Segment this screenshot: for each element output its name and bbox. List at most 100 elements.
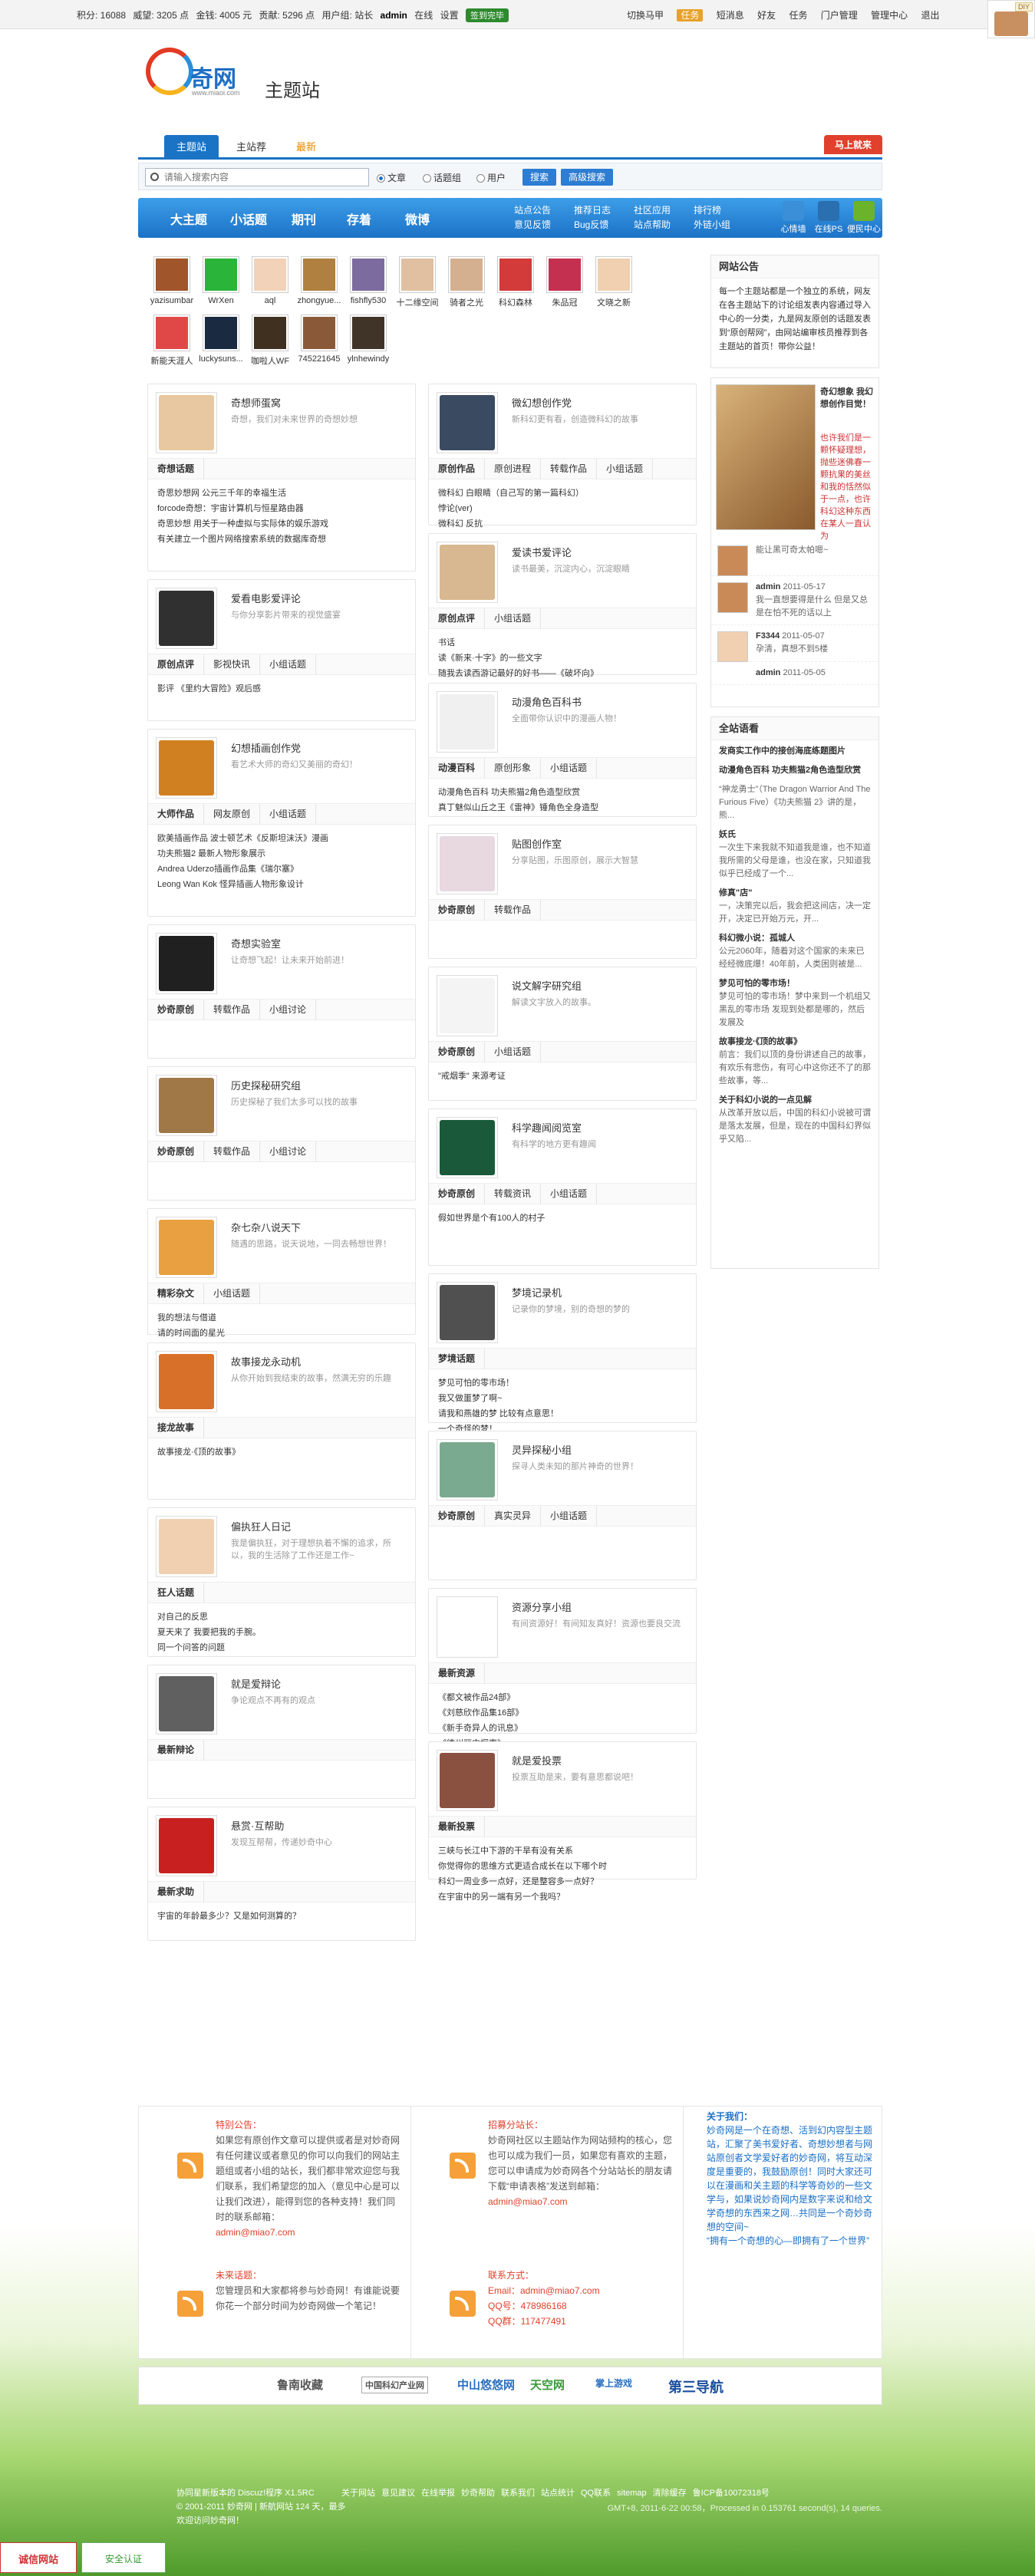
- post-link[interactable]: 我的想法与借道: [157, 1310, 410, 1326]
- member-name[interactable]: aql: [246, 296, 295, 305]
- user-avatar-box[interactable]: DIY: [987, 0, 1035, 38]
- post-link[interactable]: 书话: [438, 635, 691, 651]
- partner-link[interactable]: 中山悠悠网: [457, 2377, 515, 2393]
- group-thumbnail[interactable]: [437, 392, 498, 453]
- group-title[interactable]: 就是爱辩论: [231, 1676, 281, 1691]
- group-tag[interactable]: 奇想话题: [148, 459, 205, 479]
- group-title[interactable]: 资源分享小组: [512, 1599, 572, 1614]
- news-headline[interactable]: 妖氏: [719, 828, 871, 842]
- avatar[interactable]: [203, 256, 239, 293]
- footer-notice-email[interactable]: admin@miao7.com: [216, 2225, 400, 2240]
- group-title[interactable]: 说文解字研究组: [512, 978, 582, 993]
- group-tag[interactable]: 原创作品: [429, 459, 486, 479]
- post-link[interactable]: 微科幻 反抗: [438, 516, 691, 532]
- group-tag[interactable]: 小组话题: [541, 1184, 598, 1204]
- search-input[interactable]: [164, 170, 364, 184]
- group-tag[interactable]: 影视快讯: [204, 654, 261, 675]
- post-link[interactable]: 读《新来·十字》的一些文字: [438, 651, 691, 666]
- group-tag[interactable]: 原创进程: [485, 459, 542, 479]
- news-headline[interactable]: 动漫角色百科 功夫熊猫2角色造型欣赏: [719, 764, 871, 777]
- post-link[interactable]: 故事接龙·《顶的故事》: [157, 1444, 410, 1460]
- daily-checkin-button[interactable]: 签到完毕: [465, 8, 509, 22]
- trust-badge-secure[interactable]: 安全认证: [81, 2542, 166, 2573]
- contact-email[interactable]: Email：admin@miao7.com: [488, 2283, 672, 2298]
- member-name[interactable]: zhongyue...: [295, 296, 344, 305]
- group-tag[interactable]: 小组话题: [260, 654, 317, 675]
- avatar[interactable]: [399, 256, 436, 293]
- partner-link[interactable]: 天空网: [530, 2377, 565, 2393]
- post-link[interactable]: 动漫角色百科 功夫熊猫2角色造型欣赏: [438, 785, 691, 800]
- radio-user[interactable]: 用户: [476, 171, 506, 184]
- group-title[interactable]: 历史探秘研究组: [231, 1078, 301, 1092]
- avatar[interactable]: [350, 315, 387, 351]
- post-link[interactable]: 随我去读西游记最好的好书——《破坏向》: [438, 666, 691, 681]
- news-headline[interactable]: 故事接龙·《顶的故事》: [719, 1036, 871, 1049]
- group-tag[interactable]: 原创点评: [429, 608, 486, 629]
- advanced-search-button[interactable]: 高级搜索: [561, 169, 614, 186]
- group-thumbnail[interactable]: [156, 1673, 217, 1734]
- nav-link-external[interactable]: 外链小组: [694, 218, 753, 232]
- group-tag[interactable]: 小组话题: [597, 459, 654, 479]
- nav-link-notice[interactable]: 站点公告: [514, 203, 574, 218]
- group-title[interactable]: 动漫角色百科书: [512, 694, 582, 709]
- username-link[interactable]: admin: [381, 10, 407, 21]
- comment-avatar[interactable]: [717, 631, 748, 662]
- post-link[interactable]: 你觉得你的思维方式更适合成长在以下哪个时: [438, 1859, 691, 1874]
- member-avatar[interactable]: 十二缘空间: [393, 256, 442, 308]
- group-tag[interactable]: 狂人话题: [148, 1583, 205, 1603]
- news-headline[interactable]: 发商实工作中的接创海底练题图片: [719, 745, 871, 758]
- radio-article[interactable]: 文章: [377, 171, 406, 184]
- comment-user[interactable]: admin: [756, 582, 780, 591]
- post-link[interactable]: Andrea Uderzo插画作品集《瑞尔塞》: [157, 861, 410, 877]
- group-tag[interactable]: 小组话题: [260, 804, 317, 825]
- group-title[interactable]: 灵异探秘小组: [512, 1442, 572, 1457]
- member-avatar[interactable]: ylnhewindy: [344, 315, 393, 364]
- group-thumbnail[interactable]: [437, 833, 498, 894]
- member-name[interactable]: 朱品冠: [540, 296, 589, 308]
- footer-link-suggest[interactable]: 意见建议: [381, 2489, 415, 2498]
- group-tag[interactable]: 网友原创: [204, 804, 261, 825]
- post-link[interactable]: 《刘慈欣作品集16部》: [438, 1705, 691, 1721]
- group-thumbnail[interactable]: [156, 737, 217, 799]
- group-title[interactable]: 奇想师蛋窝: [231, 395, 281, 410]
- group-thumbnail[interactable]: [437, 1750, 498, 1811]
- post-link[interactable]: 梦见可怕的零市场！: [438, 1375, 691, 1391]
- avatar[interactable]: [153, 256, 190, 293]
- group-tag[interactable]: 妙奇原创: [429, 1506, 486, 1527]
- post-link[interactable]: forcode奇想：宇宙计算机与恒星路由器: [157, 501, 410, 516]
- group-tag[interactable]: 妙奇原创: [148, 1141, 205, 1162]
- avatar[interactable]: [497, 256, 534, 293]
- post-link[interactable]: 《都文被作品24部》: [438, 1690, 691, 1705]
- group-thumbnail[interactable]: [156, 933, 217, 994]
- group-title[interactable]: 爱看电影爱评论: [231, 591, 301, 605]
- news-headline[interactable]: 关于科幻小说的一点见解: [719, 1094, 871, 1107]
- group-tag[interactable]: 精彩杂文: [148, 1283, 205, 1304]
- come-now-button[interactable]: 马上就来: [823, 135, 882, 154]
- site-logo[interactable]: 奇网 www.miaoi.com: [146, 44, 269, 98]
- member-avatar[interactable]: 朱品冠: [540, 256, 589, 308]
- group-tag[interactable]: 真实灵异: [485, 1506, 542, 1527]
- group-tag[interactable]: 小组话题: [485, 1042, 542, 1062]
- group-thumbnail[interactable]: [156, 1351, 217, 1412]
- group-title[interactable]: 微幻想创作党: [512, 395, 572, 410]
- group-title[interactable]: 故事接龙永动机: [231, 1354, 301, 1369]
- group-tag[interactable]: 最新投票: [429, 1817, 486, 1837]
- post-link[interactable]: 奇思妙想 用关于一种虚拟与实际体的娱乐游戏: [157, 516, 410, 532]
- group-thumbnail[interactable]: [156, 1815, 217, 1876]
- avatar[interactable]: [252, 256, 288, 293]
- group-thumbnail[interactable]: [437, 1117, 498, 1178]
- nav-main-saved[interactable]: 存着: [347, 209, 371, 228]
- nav-link-blog[interactable]: 推荐日志: [574, 203, 634, 218]
- post-link[interactable]: 请的时间面的星光: [157, 1326, 410, 1341]
- tab-theme-station[interactable]: 主题站: [164, 135, 219, 160]
- service-center-link[interactable]: 便民中心: [842, 201, 885, 235]
- trust-badge-honest[interactable]: 诚信网站: [0, 2542, 77, 2573]
- group-tag[interactable]: 妙奇原创: [429, 900, 486, 921]
- group-tag[interactable]: 原创形象: [485, 758, 542, 779]
- member-name[interactable]: fishfly530: [344, 296, 393, 305]
- partner-link[interactable]: 掌上游戏: [595, 2377, 632, 2390]
- settings-link[interactable]: 设置: [440, 10, 459, 21]
- search-button[interactable]: 搜索: [522, 169, 557, 186]
- nav-friends[interactable]: 好友: [757, 10, 776, 21]
- post-link[interactable]: 科幻一周业多一点好，还是整容多一点好？: [438, 1874, 691, 1889]
